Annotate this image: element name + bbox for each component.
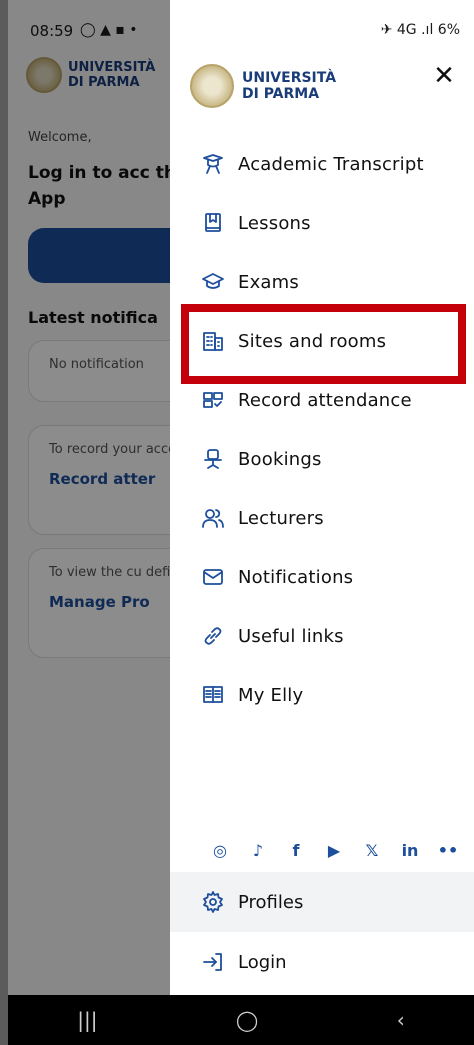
menu-item-my-elly[interactable]: My Elly (170, 666, 474, 724)
drawer-logo-line2: DI PARMA (242, 86, 320, 102)
drawer-footer: Profiles Login (170, 872, 474, 995)
menu-item-bookings[interactable]: Bookings (170, 430, 474, 488)
status-right-icons: ✈ 4G .ıl 6% (380, 22, 460, 38)
login-label: Login (238, 951, 287, 973)
gear-icon (198, 887, 228, 917)
instagram-icon[interactable]: ◎ (208, 838, 232, 862)
menu-item-useful-links[interactable]: Useful links (170, 607, 474, 665)
flickr-icon[interactable]: •• (436, 838, 460, 862)
attendance-icon (198, 385, 228, 415)
book-icon (198, 208, 228, 238)
drawer-logo-text: UNIVERSITÀ DI PARMA (242, 70, 336, 102)
login-menu-button[interactable]: Login (170, 932, 474, 992)
menu-item-label: Bookings (238, 448, 322, 470)
home-button[interactable]: ◯ (236, 1008, 258, 1032)
close-icon[interactable]: ✕ (428, 60, 460, 92)
profiles-button[interactable]: Profiles (170, 872, 474, 932)
menu-item-label: Notifications (238, 566, 354, 588)
menu-item-academic-transcript[interactable]: Academic Transcript (170, 135, 474, 193)
profiles-label: Profiles (238, 891, 304, 913)
menu-item-label: Useful links (238, 625, 344, 647)
menu-item-label: Academic Transcript (238, 153, 424, 175)
phone-screen: 08:59 ◯ ▲ ▪ • UNIVERSITÀ DI PARMA Welcom… (8, 0, 474, 1045)
university-logo-icon (190, 64, 234, 108)
navigation-drawer: ✈ 4G .ıl 6% UNIVERSITÀ DI PARMA ✕ Academ… (170, 0, 474, 995)
graduation-award-icon (198, 149, 228, 179)
link-icon (198, 621, 228, 651)
people-icon (198, 503, 228, 533)
login-icon (198, 947, 228, 977)
menu-item-label: Exams (238, 271, 299, 293)
envelope-icon (198, 562, 228, 592)
menu-item-label: My Elly (238, 684, 304, 706)
desk-chair-icon (198, 444, 228, 474)
tiktok-icon[interactable]: ♪ (246, 838, 270, 862)
back-button[interactable]: ‹ (397, 1008, 405, 1032)
menu-item-lecturers[interactable]: Lecturers (170, 489, 474, 547)
drawer-status-bar: ✈ 4G .ıl 6% (170, 0, 474, 46)
menu-item-label: Lecturers (238, 507, 324, 529)
menu-item-label: Lessons (238, 212, 311, 234)
highlight-box (181, 304, 466, 384)
menu-item-notifications[interactable]: Notifications (170, 548, 474, 606)
open-book-icon (198, 680, 228, 710)
youtube-icon[interactable]: ▶ (322, 838, 346, 862)
menu-item-exams[interactable]: Exams (170, 253, 474, 311)
x-icon[interactable]: 𝕏 (360, 838, 384, 862)
menu-item-label: Record attendance (238, 389, 412, 411)
menu-item-lessons[interactable]: Lessons (170, 194, 474, 252)
recent-apps-button[interactable]: ||| (77, 1008, 97, 1032)
drawer-logo-line1: UNIVERSITÀ (242, 70, 337, 86)
linkedin-icon[interactable]: in (398, 838, 422, 862)
social-links: ◎ ♪ f ▶ 𝕏 in •• (208, 838, 460, 862)
mortarboard-icon (198, 267, 228, 297)
facebook-icon[interactable]: f (284, 838, 308, 862)
system-navigation-bar: ||| ◯ ‹ (8, 995, 474, 1045)
